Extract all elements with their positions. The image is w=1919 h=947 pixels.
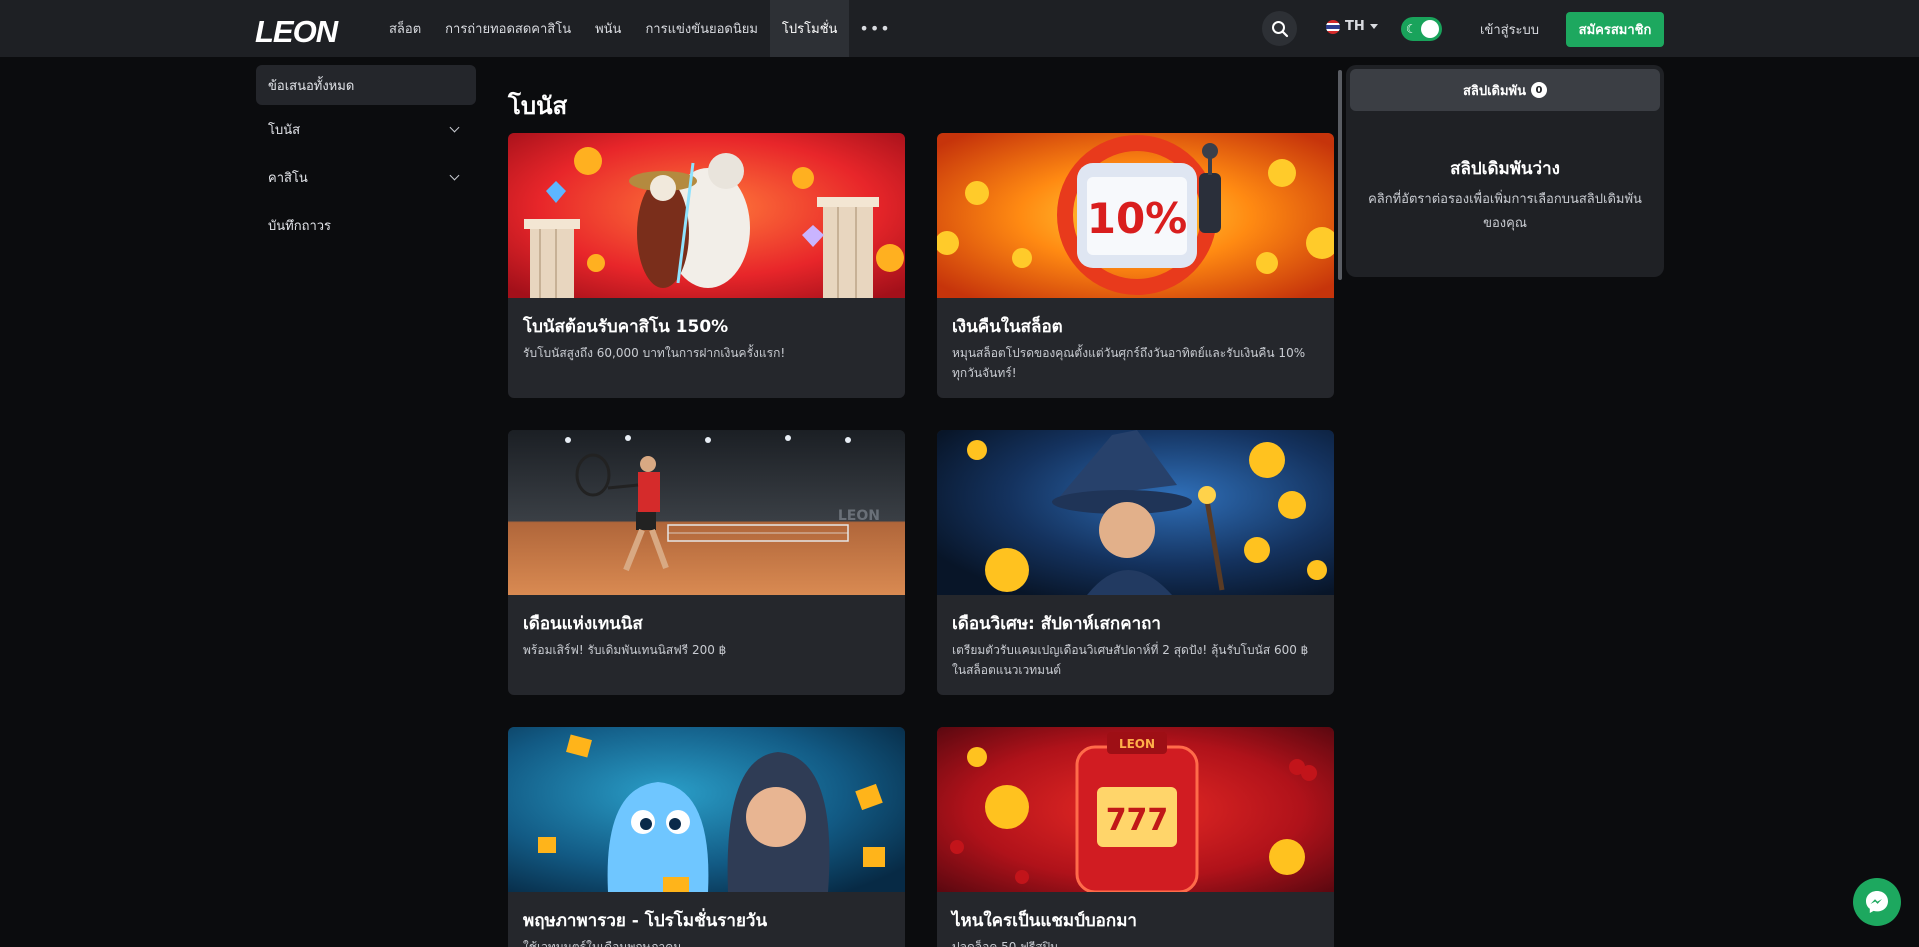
chevron-down-icon: [1369, 24, 1378, 29]
betslip-panel: สลิปเดิมพัน 0 สลิปเดิมพันว่าง คลิกที่อัต…: [1346, 65, 1664, 277]
top-header: LEON สล็อต การถ่ายทอดสดคาสิโน พนัน การแข…: [0, 0, 1919, 57]
promo-card-slot-cashback[interactable]: 10% เงินคืนในสล็อต หมุนสล็อตโปรดของคุณตั…: [937, 133, 1334, 398]
chat-icon: [1866, 891, 1888, 913]
toggle-knob: [1421, 20, 1439, 38]
promo-card-title: เงินคืนในสล็อต: [952, 317, 1063, 337]
main-scrollbar-thumb[interactable]: [1338, 70, 1342, 280]
main-nav: สล็อต การถ่ายทอดสดคาสิโน พนัน การแข่งขัน…: [377, 0, 901, 57]
theme-toggle[interactable]: ☾: [1401, 17, 1442, 41]
promo-card-magic-week[interactable]: เดือนวิเศษ: สัปดาห์เสกคาถา เตรียมตัวรับแ…: [937, 430, 1334, 695]
promo-card-tennis-month[interactable]: LEON เดือนแห่งเทนนิส พร้อมเสิร์ฟ! รับเดิ…: [508, 430, 905, 695]
moon-icon: ☾: [1406, 22, 1417, 36]
nav-slots[interactable]: สล็อต: [377, 0, 433, 57]
nav-top-events[interactable]: การแข่งขันยอดนิยม: [633, 0, 769, 57]
promo-card-desc: หมุนสล็อตโปรดของคุณตั้งแต่วันศุกร์ถึงวัน…: [952, 346, 1306, 380]
search-button[interactable]: [1262, 11, 1297, 46]
promo-card-may-daily[interactable]: พฤษภาพารวย - โปรโมชั่นรายวัน ใช้เวทมนตร์…: [508, 727, 905, 947]
betslip-tab-label: สลิปเดิมพัน: [1462, 83, 1527, 99]
sidebar-item-casino[interactable]: คาสิโน: [256, 153, 476, 201]
leon-logo[interactable]: LEON: [255, 14, 338, 50]
promo-card-desc: เตรียมตัวรับแคมเปญเดือนวิเศษสัปดาห์ที่ 2…: [952, 643, 1309, 677]
chat-button[interactable]: [1853, 878, 1901, 926]
nav-betting[interactable]: พนัน: [583, 0, 633, 57]
sidebar-item-label: บันทึกถาวร: [268, 218, 332, 234]
promo-card-desc: ใช้เวทมนตร์ในเดือนพฤษภาคม: [523, 940, 682, 947]
promo-card-title: เดือนวิเศษ: สัปดาห์เสกคาถา: [952, 614, 1161, 634]
promo-image-wizard: [937, 430, 1334, 595]
login-button[interactable]: เข้าสู่ระบบ: [1468, 12, 1551, 46]
tennis-court-logo-art: LEON: [838, 508, 880, 524]
promo-image-tennis: LEON: [508, 430, 905, 595]
promo-card-desc: ปลดล็อค 50 ฟรีสปิน: [952, 940, 1059, 947]
promo-sidebar: ข้อเสนอทั้งหมด โบนัส คาสิโน บันทึกถาวร: [256, 65, 476, 249]
flag-th-icon: [1326, 19, 1340, 34]
sidebar-item-bonus[interactable]: โบนัส: [256, 105, 476, 153]
promo-card-title: พฤษภาพารวย - โปรโมชั่นรายวัน: [523, 911, 768, 931]
promo-card-welcome-casino[interactable]: โบนัสต้อนรับคาสิโน 150% รับโบนัสสูงถึง 6…: [508, 133, 905, 398]
sidebar-item-label: คาสิโน: [268, 170, 308, 186]
sidebar-item-saved[interactable]: บันทึกถาวร: [256, 201, 476, 249]
promo-image-ghost: [508, 727, 905, 892]
promo-image-zeus: [508, 133, 905, 298]
nav-promotions[interactable]: โปรโมชั่น: [769, 0, 850, 57]
betslip-count-badge: 0: [1531, 82, 1548, 98]
chevron-down-icon: [449, 170, 460, 180]
betslip-empty-title: สลิปเดิมพันว่าง: [1450, 159, 1560, 179]
promo-card-title: โบนัสต้อนรับคาสิโน 150%: [523, 317, 729, 337]
betslip-tab[interactable]: สลิปเดิมพัน 0: [1350, 69, 1660, 111]
svg-text:777: 777: [1106, 803, 1169, 838]
sidebar-item-label: โบนัส: [268, 122, 301, 138]
promo-card-desc: พร้อมเสิร์ฟ! รับเดิมพันเทนนิสฟรี 200 ฿: [523, 643, 727, 657]
promo-card-desc: รับโบนัสสูงถึง 60,000 บาทในการฝากเงินครั…: [523, 346, 786, 360]
more-menu-icon[interactable]: •••: [849, 0, 900, 57]
language-selector[interactable]: TH: [1326, 19, 1378, 34]
promo-card-champion[interactable]: LEON 777 ไหนใครเป็นแชมป์บอกมา ปลดล็อค 50…: [937, 727, 1334, 947]
language-code: TH: [1345, 19, 1365, 34]
slot-logo-art: LEON: [1119, 737, 1155, 751]
signup-button[interactable]: สมัครสมาชิก: [1566, 12, 1664, 47]
promo-image-cashback: 10%: [937, 133, 1334, 298]
chevron-down-icon: [449, 122, 460, 132]
betslip-empty-text: คลิกที่อัตราต่อรองเพื่อเพิ่มการเลือกบนสล…: [1368, 192, 1642, 231]
page-title: โบนัส: [508, 92, 568, 120]
search-icon: [1271, 20, 1288, 37]
promo-image-slot777: LEON 777: [937, 727, 1334, 892]
promo-card-title: เดือนแห่งเทนนิส: [523, 614, 643, 634]
sidebar-item-all-offers[interactable]: ข้อเสนอทั้งหมด: [256, 65, 476, 105]
cashback-percent-art: 10%: [1087, 194, 1188, 243]
nav-live-casino[interactable]: การถ่ายทอดสดคาสิโน: [433, 0, 583, 57]
promo-card-title: ไหนใครเป็นแชมป์บอกมา: [952, 911, 1137, 931]
